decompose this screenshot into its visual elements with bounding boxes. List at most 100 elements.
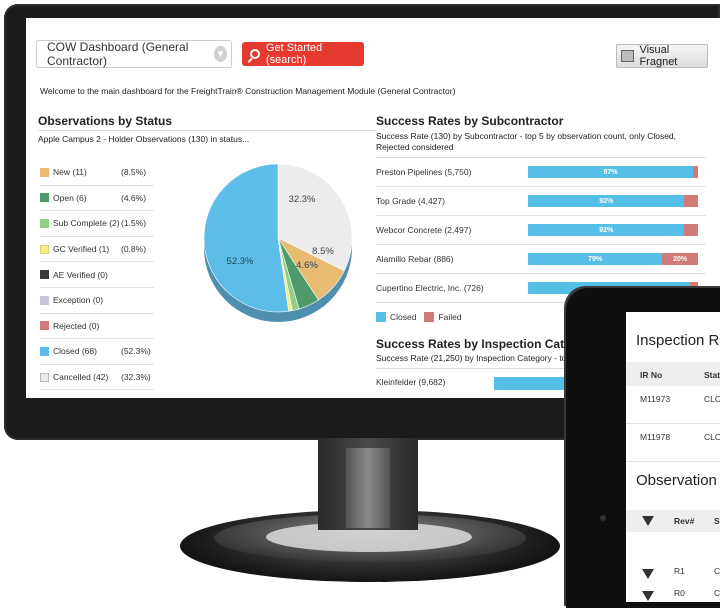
subcontractor-title: Success Rates by Subcontractor [376, 114, 564, 128]
tablet-screen: Inspection Re IR No Stat M11973 CLO M119… [626, 312, 720, 602]
status-label: New (11) [53, 167, 87, 178]
status-label: Cancelled (42) [53, 372, 109, 383]
status-row[interactable]: Exception (0) [40, 288, 154, 314]
col-status: Stat [704, 370, 720, 380]
status-swatch [40, 270, 49, 280]
subcontractor-label: Cupertino Electric, Inc. (726) [376, 283, 484, 293]
visual-fragnet-label: Visual Fragnet [639, 44, 678, 68]
chevron-down-icon: ▼ [213, 46, 227, 62]
ir-number: M11978 [640, 432, 671, 442]
failed-bar [684, 195, 698, 207]
visual-fragnet-button[interactable]: Visual Fragnet [616, 44, 708, 68]
expand-triangle-icon[interactable] [642, 569, 654, 579]
rev-number: R0 [674, 588, 685, 598]
rev-number: R1 [674, 566, 685, 576]
status-swatch [40, 321, 49, 331]
observations-panel: Observations by Status Apple Campus 2 - … [38, 114, 376, 391]
legend-swatch-failed [424, 312, 435, 322]
observations-pie-chart[interactable]: 32.3% 8.5% 52.3% 4.6% [202, 164, 354, 340]
legend-closed[interactable]: Closed [376, 312, 416, 322]
dashboard-select-value: COW Dashboard (General Contractor) [47, 40, 189, 68]
observations-table-header: Rev# S [626, 510, 720, 532]
status-row[interactable]: Open (6) (4.6%) [40, 186, 154, 212]
status-swatch [40, 372, 49, 382]
success-bar-track: 97% [528, 166, 698, 178]
closed-bar: 79% [528, 253, 663, 265]
legend-swatch-closed [376, 312, 386, 322]
legend-failed[interactable]: Failed [424, 312, 462, 322]
dashboard-select[interactable]: COW Dashboard (General Contractor) ▼ [36, 40, 232, 68]
tablet-camera [600, 515, 606, 521]
status-row[interactable]: Closed (68) (52.3%) [40, 339, 154, 365]
ir-number: M11973 [640, 394, 671, 404]
ir-status: CLO [704, 394, 720, 404]
subcontractor-label: Webcor Concrete (2,497) [376, 225, 472, 235]
legend-closed-label: Closed [390, 312, 417, 322]
closed-bar: 97% [528, 166, 693, 178]
search-button-label: Get Started (search) [265, 42, 323, 66]
status-label: Open (6) [53, 192, 87, 203]
subcontractor-subtitle: Success Rate (130) by Subcontractor - to… [376, 131, 706, 158]
list-item[interactable]: R0 C [626, 586, 720, 602]
status-swatch [40, 295, 49, 305]
col-rev: Rev# [674, 516, 695, 526]
subcontractor-label: Alamillo Rebar (886) [376, 254, 454, 264]
subcontractor-label: Top Grade (4,427) [376, 196, 445, 206]
status-row[interactable]: GC Verified (1) (0.8%) [40, 237, 154, 263]
failed-bar: 20% [662, 253, 698, 265]
closed-bar: 92% [528, 224, 685, 236]
closed-bar: 92% [528, 195, 685, 207]
pie-data-label: 8.5% [312, 246, 334, 257]
subcontractor-row[interactable]: Webcor Concrete (2,497) 92% [376, 216, 706, 245]
failed-bar [692, 166, 698, 178]
status-label: AE Verified (0) [53, 269, 108, 280]
status-row[interactable]: New (11) (8.5%) [40, 160, 154, 186]
status-label: Rejected (0) [53, 320, 100, 331]
sort-triangle-icon[interactable] [642, 516, 654, 526]
subcontractor-row[interactable]: Preston Pipelines (5,750) 97% [376, 158, 706, 187]
inspection-category-label: Kleinfelder (9,682) [376, 377, 446, 387]
status-row[interactable]: Rejected (0) [40, 314, 154, 340]
status-label: Closed (68) [53, 346, 97, 357]
observations-subtitle: Apple Campus 2 - Holder Observations (13… [38, 134, 250, 144]
expand-triangle-icon[interactable] [642, 591, 654, 601]
status-row[interactable]: Cancelled (42) (32.3%) [40, 365, 154, 391]
success-bar-track: 92% [528, 224, 698, 236]
col-s: S [714, 516, 720, 526]
monitor-stand-neck [318, 438, 418, 530]
obs-status: C [714, 566, 720, 576]
ir-status: CLO [704, 432, 720, 442]
failed-bar [684, 224, 698, 236]
fragnet-icon [621, 50, 635, 62]
inspection-reports-title: Inspection Re [636, 332, 720, 349]
obs-status: C [714, 588, 720, 598]
status-percent: (32.3%) [121, 372, 151, 383]
status-label: Exception (0) [53, 295, 104, 306]
status-swatch [40, 193, 49, 203]
status-list: New (11) (8.5%) Open (6) (4.6%) Sub Comp… [40, 160, 154, 391]
table-row[interactable]: M11978 CLO [626, 428, 720, 462]
status-percent: (52.3%) [121, 346, 151, 357]
pie-data-label: 32.3% [289, 194, 316, 205]
status-percent: (0.8%) [121, 244, 147, 255]
get-started-search-button[interactable]: Get Started (search) [242, 42, 364, 66]
pie-slice-closed[interactable] [203, 164, 289, 313]
observations-table-title: Observation [636, 472, 717, 489]
status-swatch [40, 346, 49, 356]
status-percent: (8.5%) [121, 167, 147, 178]
status-label: Sub Complete (2) [53, 218, 120, 229]
pie-data-label: 4.6% [296, 260, 318, 271]
status-swatch [40, 167, 49, 177]
status-percent: (1.5%) [121, 218, 147, 229]
subcontractor-row[interactable]: Alamillo Rebar (886) 79% 20% [376, 245, 706, 274]
search-icon [250, 49, 260, 59]
list-item[interactable]: R1 C [626, 564, 720, 584]
status-row[interactable]: AE Verified (0) [40, 262, 154, 288]
subcontractor-rows: Preston Pipelines (5,750) 97% Top Grade (4… [376, 158, 706, 303]
success-bar-track: 79% 20% [528, 253, 698, 265]
status-percent: (4.6%) [121, 192, 147, 203]
table-row[interactable]: M11973 CLO [626, 390, 720, 424]
subcontractor-label: Preston Pipelines (5,750) [376, 167, 472, 177]
status-row[interactable]: Sub Complete (2) (1.5%) [40, 211, 154, 237]
subcontractor-row[interactable]: Top Grade (4,427) 92% [376, 187, 706, 216]
